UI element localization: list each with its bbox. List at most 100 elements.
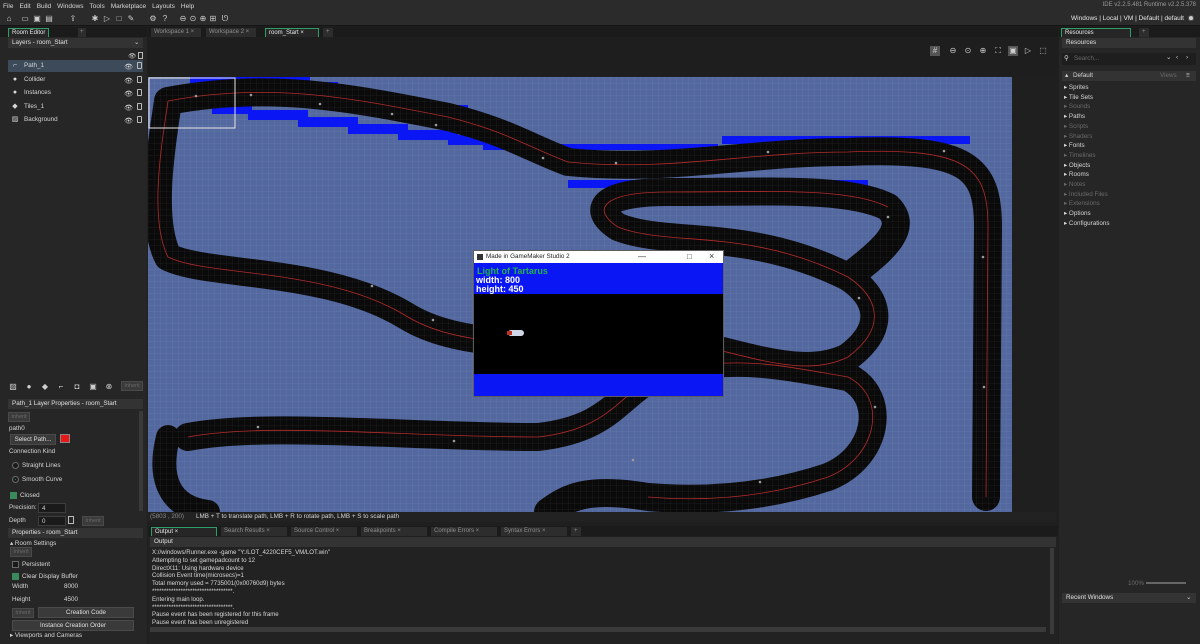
target-info[interactable]: Windows | Local | VM | Default | default (1071, 15, 1184, 22)
layer-row[interactable]: ◆ Tiles_1 👁 (8, 101, 143, 113)
new-project-icon[interactable]: ▭ (20, 14, 30, 24)
add-tab-icon[interactable]: + (78, 28, 86, 37)
layers-header[interactable]: Layers - room_Start (8, 38, 143, 48)
path-color-swatch[interactable] (60, 434, 70, 443)
game-viewport[interactable]: Light of Tartarus width: 800 height: 450 (474, 263, 723, 396)
layer-row[interactable]: ● Instances 👁 (8, 87, 143, 99)
lock-icon[interactable] (137, 75, 142, 83)
creation-code-button[interactable]: Creation Code (38, 607, 134, 618)
views-menu-icon[interactable]: ≡ (1186, 72, 1190, 79)
menu-item[interactable]: File (0, 3, 16, 10)
open-project-icon[interactable]: ▣ (32, 14, 42, 24)
menu-item[interactable]: Edit (16, 3, 33, 10)
lock-icon[interactable] (137, 102, 142, 110)
grid-toggle-icon[interactable]: # (930, 46, 940, 56)
resource-zoom-slider[interactable] (1146, 582, 1186, 584)
add-folder-icon[interactable]: ▣ (88, 382, 98, 392)
room-height-field[interactable]: 4500 (64, 596, 78, 603)
output-scrollbar[interactable] (1050, 548, 1054, 634)
add-tile-layer-icon[interactable]: ◆ (40, 382, 50, 392)
run-icon[interactable]: ▷ (102, 14, 112, 24)
resources-search[interactable]: ⚲ Search... ⌄ ‹ › (1062, 53, 1196, 65)
collapse-all-icon[interactable]: ‹ (1176, 54, 1178, 61)
recent-windows-chevron-icon[interactable]: ⌄ (1186, 594, 1191, 601)
add-asset-layer-icon[interactable]: ◘ (72, 382, 82, 392)
minimize-icon[interactable]: — (638, 252, 646, 261)
resource-folder[interactable]: ▸ Options (1064, 210, 1091, 217)
group-collapse-icon[interactable]: ▴ (1065, 72, 1068, 79)
layer-row[interactable]: ⌐ Path_1 👁 (8, 60, 143, 72)
lock-icon[interactable] (137, 62, 142, 69)
menu-item[interactable]: Build (34, 3, 54, 10)
debug-icon[interactable]: ✱ (90, 14, 100, 24)
instance-order-button[interactable]: Instance Creation Order (12, 620, 134, 631)
add-res-tab-icon[interactable]: + (1139, 28, 1149, 37)
path-props-header[interactable]: Path_1 Layer Properties - room_Start (8, 399, 143, 409)
resource-folder[interactable]: ▸ Included Files (1064, 191, 1108, 198)
room-zoom-in-icon[interactable]: ⊕ (978, 46, 988, 56)
select-path-button[interactable]: Select Path... (10, 434, 56, 445)
stop-icon[interactable]: □ (114, 14, 124, 24)
zoom-reset-icon[interactable]: ⊙ (188, 14, 198, 24)
precision-field[interactable]: 4 (38, 503, 66, 513)
eye-icon[interactable]: 👁 (124, 62, 133, 74)
straight-lines-radio[interactable] (12, 462, 19, 469)
lock-icon[interactable] (137, 89, 142, 96)
room-props-header[interactable]: Properties - room_Start (8, 528, 143, 538)
expand-arrow-icon[interactable]: ▸ (1064, 113, 1067, 120)
menu-item[interactable]: Windows (54, 3, 86, 10)
closed-checkbox[interactable] (10, 492, 17, 499)
lock-icon[interactable] (137, 116, 142, 123)
resource-folder[interactable]: ▸ Tile Sets (1064, 94, 1093, 101)
tab-workspace-1[interactable]: Workspace 1 × (151, 28, 201, 37)
maximize-icon[interactable]: □ (687, 252, 692, 261)
game-window[interactable]: Made in GameMaker Studio 2 — □ × Light o… (473, 250, 724, 397)
expand-arrow-icon[interactable]: ▸ (1064, 181, 1067, 188)
play-room-icon[interactable]: ▷ (1023, 46, 1033, 56)
eye-icon[interactable]: 👁 (124, 103, 133, 115)
tab-resources[interactable]: Resources (1061, 28, 1131, 37)
depth-inherit-button[interactable]: Inherit (82, 516, 104, 526)
output-tab[interactable]: Compile Errors × (431, 527, 497, 536)
room-width-field[interactable]: 8000 (64, 583, 78, 590)
output-hscrollbar[interactable] (150, 627, 1046, 632)
resource-folder[interactable]: ▸ Fonts (1064, 142, 1085, 149)
resource-folder[interactable]: ▸ Extensions (1064, 200, 1100, 207)
help-icon[interactable]: ? (160, 14, 170, 24)
add-background-layer-icon[interactable]: ▨ (8, 382, 18, 392)
game-options-icon[interactable]: ⚙ (148, 14, 158, 24)
resource-folder[interactable]: ▸ Paths (1064, 113, 1085, 120)
expand-arrow-icon[interactable]: ▸ (1064, 220, 1067, 227)
expand-arrow-icon[interactable]: ▸ (1064, 171, 1067, 178)
close-icon[interactable]: × (709, 251, 714, 261)
layers-lock-icon[interactable] (138, 52, 143, 59)
path-inherit-button[interactable]: Inherit (8, 412, 30, 422)
expand-arrow-icon[interactable]: ▸ (1064, 103, 1067, 110)
menu-item[interactable]: Help (178, 3, 197, 10)
room-zoom-reset-icon[interactable]: ⊙ (963, 46, 973, 56)
output-tab[interactable]: Source Control × (291, 527, 357, 536)
expand-arrow-icon[interactable]: ▸ (1064, 142, 1067, 149)
output-tab[interactable]: Output × (151, 527, 217, 536)
path-props-scrollbar[interactable] (139, 411, 143, 511)
resource-folder[interactable]: ▸ Sounds (1064, 103, 1090, 110)
eye-icon[interactable]: 👁 (124, 89, 133, 101)
resource-folder[interactable]: ▸ Configurations (1064, 220, 1110, 227)
expand-arrow-icon[interactable]: ▸ (1064, 152, 1067, 159)
add-output-tab-icon[interactable]: + (571, 527, 581, 536)
depth-field[interactable]: 0 (38, 516, 66, 526)
expand-arrow-icon[interactable]: ▸ (1064, 94, 1067, 101)
eye-icon[interactable]: 👁 (124, 116, 133, 128)
search-input[interactable]: Search... (1074, 55, 1099, 62)
home-icon[interactable]: ⌂ (4, 14, 14, 24)
delete-layer-icon[interactable]: ⊗ (104, 382, 114, 392)
resource-folder[interactable]: ▸ Scripts (1064, 123, 1088, 130)
eye-icon[interactable]: 👁 (124, 76, 133, 88)
depth-lock-icon[interactable] (68, 516, 74, 524)
expand-arrow-icon[interactable]: ▸ (1064, 162, 1067, 169)
search-options-icon[interactable]: ⌄ (1166, 54, 1171, 61)
add-instance-layer-icon[interactable]: ● (24, 382, 34, 392)
expand-arrow-icon[interactable]: ▸ (1064, 84, 1067, 91)
game-window-titlebar[interactable]: Made in GameMaker Studio 2 (474, 251, 723, 263)
room-inherit2-button[interactable]: Inherit (12, 608, 34, 618)
